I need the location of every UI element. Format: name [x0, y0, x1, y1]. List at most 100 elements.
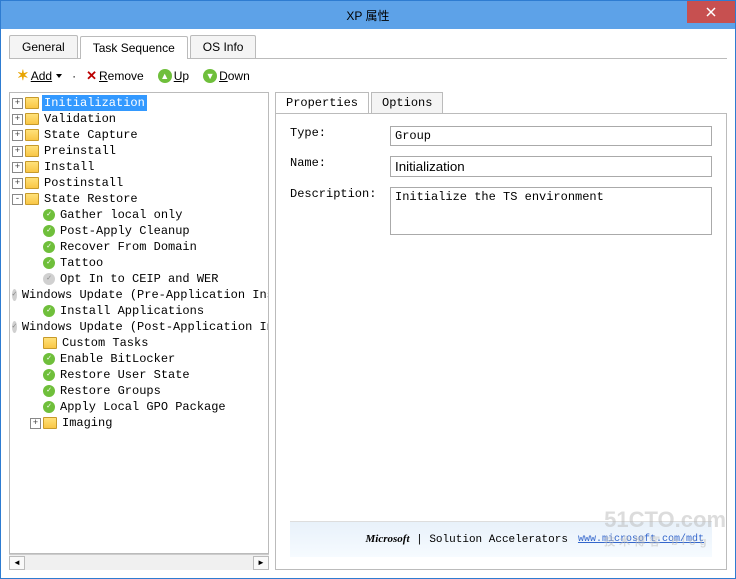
add-icon: ✶	[17, 67, 29, 84]
tree-node[interactable]: ✓Install Applications	[12, 303, 266, 319]
tab-general[interactable]: General	[9, 35, 78, 58]
tree-node[interactable]: + State Capture	[12, 127, 266, 143]
check-icon: ✓	[43, 305, 55, 317]
description-field[interactable]: Initialize the TS environment	[390, 187, 712, 235]
tree-label: Post-Apply Cleanup	[58, 223, 192, 239]
tree-label: Apply Local GPO Package	[58, 399, 228, 415]
name-label: Name:	[290, 156, 390, 177]
tab-task-sequence[interactable]: Task Sequence	[80, 36, 188, 59]
tree-label: Windows Update (Post-Application Install…	[20, 319, 269, 335]
expand-toggle[interactable]: +	[12, 162, 23, 173]
down-button[interactable]: ▼ Down	[199, 67, 254, 85]
check-icon: ✓	[43, 385, 55, 397]
folder-icon	[25, 113, 39, 125]
expand-toggle[interactable]: +	[12, 178, 23, 189]
properties-pane: Properties Options Type: Group Name: Des…	[275, 92, 727, 570]
main-panes: + Initialization + Validation + State Capture…	[9, 92, 727, 570]
close-icon	[706, 7, 716, 17]
disabled-icon: ✓	[43, 273, 55, 285]
expand-toggle[interactable]: -	[12, 194, 23, 205]
folder-icon	[43, 417, 57, 429]
description-label: Description:	[290, 187, 390, 235]
tab-options[interactable]: Options	[371, 92, 443, 113]
tree-label: Opt In to CEIP and WER	[58, 271, 220, 287]
expand-toggle[interactable]: +	[12, 130, 23, 141]
tree-label: Install	[42, 159, 96, 175]
content-area: General Task Sequence OS Info ✶ Add · ✕ …	[1, 29, 735, 578]
task-sequence-tree[interactable]: + Initialization + Validation + State Capture…	[9, 92, 269, 554]
tree-node[interactable]: + Postinstall	[12, 175, 266, 191]
check-icon: ✓	[43, 241, 55, 253]
tree-label: Enable BitLocker	[58, 351, 177, 367]
name-field[interactable]	[390, 156, 712, 177]
folder-icon	[25, 97, 39, 109]
tree-label: Tattoo	[58, 255, 105, 271]
chevron-down-icon	[56, 74, 62, 78]
tree-label: Restore User State	[58, 367, 192, 383]
tree-label: State Restore	[42, 191, 140, 207]
tree-label: Preinstall	[42, 143, 118, 159]
tab-properties[interactable]: Properties	[275, 92, 369, 113]
properties-form: Type: Group Name: Description: Initializ…	[275, 113, 727, 570]
tree-node[interactable]: + Imaging	[12, 415, 266, 431]
tree-node[interactable]: ✓Apply Local GPO Package	[12, 399, 266, 415]
expand-toggle[interactable]: +	[30, 418, 41, 429]
tree-node[interactable]: - State Restore	[12, 191, 266, 207]
tree-label: Recover From Domain	[58, 239, 199, 255]
window-title: XP 属性	[1, 7, 735, 24]
tree-label: Install Applications	[58, 303, 206, 319]
expand-toggle[interactable]: +	[12, 146, 23, 157]
close-button[interactable]	[687, 1, 735, 23]
type-label: Type:	[290, 126, 390, 146]
disabled-icon: ✓	[12, 289, 17, 301]
tree-node[interactable]: ✓Tattoo	[12, 255, 266, 271]
toolbar: ✶ Add · ✕ Remove ▲ Up ▼ Down	[9, 59, 727, 92]
brand-label: Microsoft | Solution Accelerators	[366, 533, 568, 546]
remove-icon: ✕	[86, 68, 97, 84]
tree-label: Restore Groups	[58, 383, 163, 399]
check-icon: ✓	[43, 209, 55, 221]
tree-label: State Capture	[42, 127, 140, 143]
check-icon: ✓	[43, 225, 55, 237]
tree-node[interactable]: ✓Restore User State	[12, 367, 266, 383]
remove-button[interactable]: ✕ Remove	[82, 66, 148, 86]
tab-os-info[interactable]: OS Info	[190, 35, 257, 58]
scroll-right-button[interactable]: ►	[253, 556, 269, 570]
tree-node[interactable]: ✓Windows Update (Post-Application Instal…	[12, 319, 266, 335]
expand-toggle[interactable]: +	[12, 114, 23, 125]
expand-toggle[interactable]: +	[12, 98, 23, 109]
tree-node[interactable]: ✓Post-Apply Cleanup	[12, 223, 266, 239]
tree-node[interactable]: Custom Tasks	[12, 335, 266, 351]
tree-node[interactable]: ✓Opt In to CEIP and WER	[12, 271, 266, 287]
tree-label: Initialization	[42, 95, 147, 111]
tree-node[interactable]: ✓Windows Update (Pre-Application Install…	[12, 287, 266, 303]
folder-icon	[25, 129, 39, 141]
arrow-down-icon: ▼	[203, 69, 217, 83]
tree-node[interactable]: ✓Gather local only	[12, 207, 266, 223]
tree-node[interactable]: + Initialization	[12, 95, 266, 111]
tree-label: Validation	[42, 111, 118, 127]
tree-label: Imaging	[60, 415, 114, 431]
tree-node[interactable]: + Install	[12, 159, 266, 175]
xp-properties-window: XP 属性 General Task Sequence OS Info ✶ Ad…	[0, 0, 736, 579]
scroll-left-button[interactable]: ◄	[9, 556, 25, 570]
type-field: Group	[390, 126, 712, 146]
tree-node[interactable]: ✓Restore Groups	[12, 383, 266, 399]
tree-node[interactable]: ✓Enable BitLocker	[12, 351, 266, 367]
check-icon: ✓	[43, 257, 55, 269]
disabled-icon: ✓	[12, 321, 17, 333]
footer-link[interactable]: www.microsoft.com/mdt	[578, 534, 704, 545]
tree-node[interactable]: ✓Recover From Domain	[12, 239, 266, 255]
horizontal-scrollbar[interactable]: ◄ ►	[9, 554, 269, 570]
tree-container: + Initialization + Validation + State Capture…	[9, 92, 269, 570]
tree-node[interactable]: + Validation	[12, 111, 266, 127]
folder-icon	[25, 177, 39, 189]
tree-label: Windows Update (Pre-Application Installa…	[20, 287, 269, 303]
folder-icon	[25, 193, 39, 205]
add-button[interactable]: ✶ Add	[13, 65, 66, 86]
up-button[interactable]: ▲ Up	[154, 67, 193, 85]
tree-node[interactable]: + Preinstall	[12, 143, 266, 159]
titlebar: XP 属性	[1, 1, 735, 29]
tree-label: Postinstall	[42, 175, 125, 191]
footer-banner: Microsoft | Solution Accelerators www.mi…	[290, 521, 712, 557]
